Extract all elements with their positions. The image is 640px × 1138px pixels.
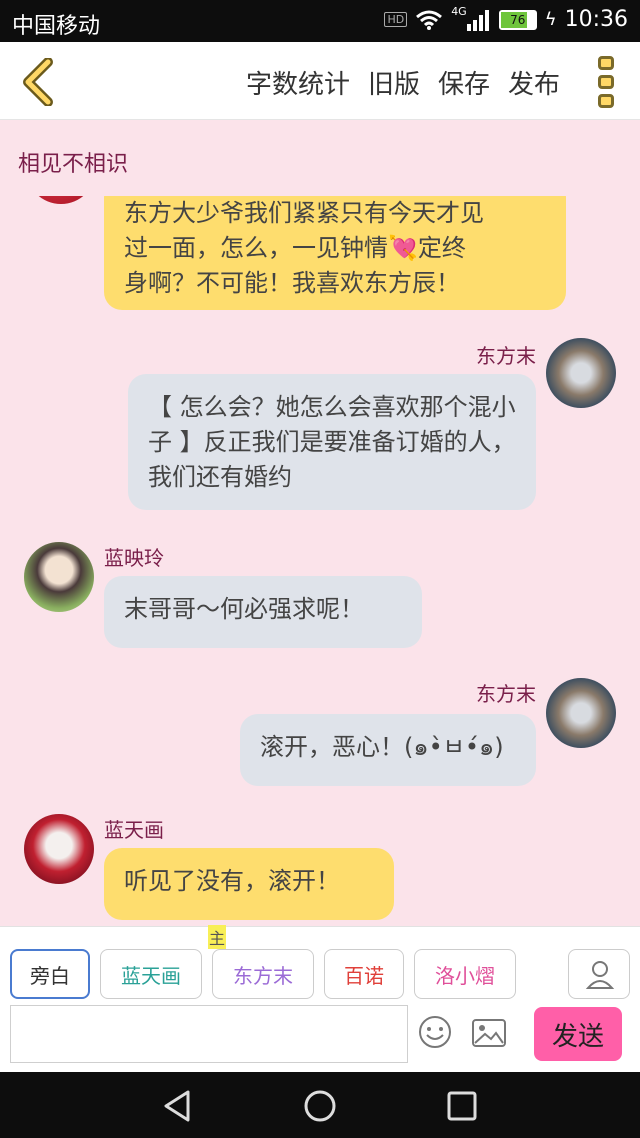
nav-recents-icon[interactable] — [444, 1088, 480, 1124]
signal-icon — [466, 9, 489, 31]
role-selector[interactable]: 旁白 蓝天画 东方末 百诺 洛小熠 沙 — [10, 949, 522, 1001]
message-bubble[interactable]: 听见了没有，滚开！ — [104, 848, 394, 920]
status-bar: 中国移动 HD 4G 76 ϟ 10:36 — [0, 0, 640, 42]
carrier-name: 中国移动 — [12, 14, 101, 39]
role-chip-main[interactable]: 东方末 — [212, 949, 314, 999]
nav-back-icon[interactable] — [160, 1088, 196, 1124]
role-chip[interactable]: 百诺 — [324, 949, 404, 999]
emoji-icon[interactable] — [418, 1015, 452, 1049]
compose-area: 旁白 蓝天画 东方末 百诺 洛小熠 沙 主 发送 — [0, 925, 640, 1072]
system-nav-bar — [0, 1072, 640, 1138]
hd-indicator: HD — [384, 12, 408, 27]
message-bubble[interactable]: 东方大少爷我们紧紧只有今天才见 过一面，怎么，一见钟情💘定终 身啊？不可能！我喜… — [104, 196, 566, 310]
avatar[interactable] — [26, 196, 96, 204]
story-title: 相见不相识 — [18, 152, 129, 177]
message-bubble[interactable]: 滚开，恶心！(๑•̀ㅂ•́๑) — [240, 714, 536, 786]
word-count-button[interactable]: 字数统计 — [246, 64, 350, 101]
sender-name: 蓝天画 — [104, 818, 164, 842]
network-type: 4G — [451, 5, 467, 18]
old-version-button[interactable]: 旧版 — [368, 64, 420, 101]
sender-name: 东方末 — [476, 682, 536, 706]
role-chip[interactable]: 蓝天画 — [100, 949, 202, 999]
more-menu-icon[interactable] — [598, 56, 616, 108]
sender-name: 东方末 — [476, 344, 536, 368]
message-input[interactable] — [10, 1005, 408, 1063]
clock: 10:36 — [564, 7, 628, 32]
charging-icon: ϟ — [544, 9, 557, 30]
main-role-badge: 主 — [208, 925, 227, 949]
back-chevron-icon[interactable] — [18, 58, 58, 106]
message-bubble[interactable]: 末哥哥～何必强求呢！ — [104, 576, 422, 648]
avatar[interactable] — [546, 678, 616, 748]
role-manage-button[interactable] — [568, 949, 630, 999]
top-toolbar: 字数统计 旧版 保存 发布 — [0, 42, 640, 120]
chat-area[interactable]: 东方大少爷我们紧紧只有今天才见 过一面，怎么，一见钟情💘定终 身啊？不可能！我喜… — [0, 196, 640, 926]
heart-emoji: 💘 — [388, 234, 418, 262]
sender-name: 蓝映玲 — [104, 546, 164, 570]
status-icons: HD 4G 76 ϟ 10:36 — [384, 5, 628, 32]
role-chip-narrator[interactable]: 旁白 — [10, 949, 90, 999]
avatar[interactable] — [24, 814, 94, 884]
battery-indicator: 76 — [498, 9, 537, 30]
user-icon — [585, 961, 615, 989]
avatar[interactable] — [546, 338, 616, 408]
message-bubble[interactable]: 【 怎么会？她怎么会喜欢那个混小子 】反正我们是要准备订婚的人，我们还有婚约 — [128, 374, 536, 510]
save-button[interactable]: 保存 — [438, 64, 490, 101]
image-icon[interactable] — [472, 1019, 506, 1047]
toolbar-actions: 字数统计 旧版 保存 发布 — [246, 64, 560, 101]
nav-home-icon[interactable] — [302, 1088, 338, 1124]
send-button[interactable]: 发送 — [534, 1007, 622, 1061]
role-chip[interactable]: 洛小熠 — [414, 949, 516, 999]
publish-button[interactable]: 发布 — [508, 64, 560, 101]
wifi-icon — [416, 10, 443, 30]
avatar[interactable] — [24, 542, 94, 612]
